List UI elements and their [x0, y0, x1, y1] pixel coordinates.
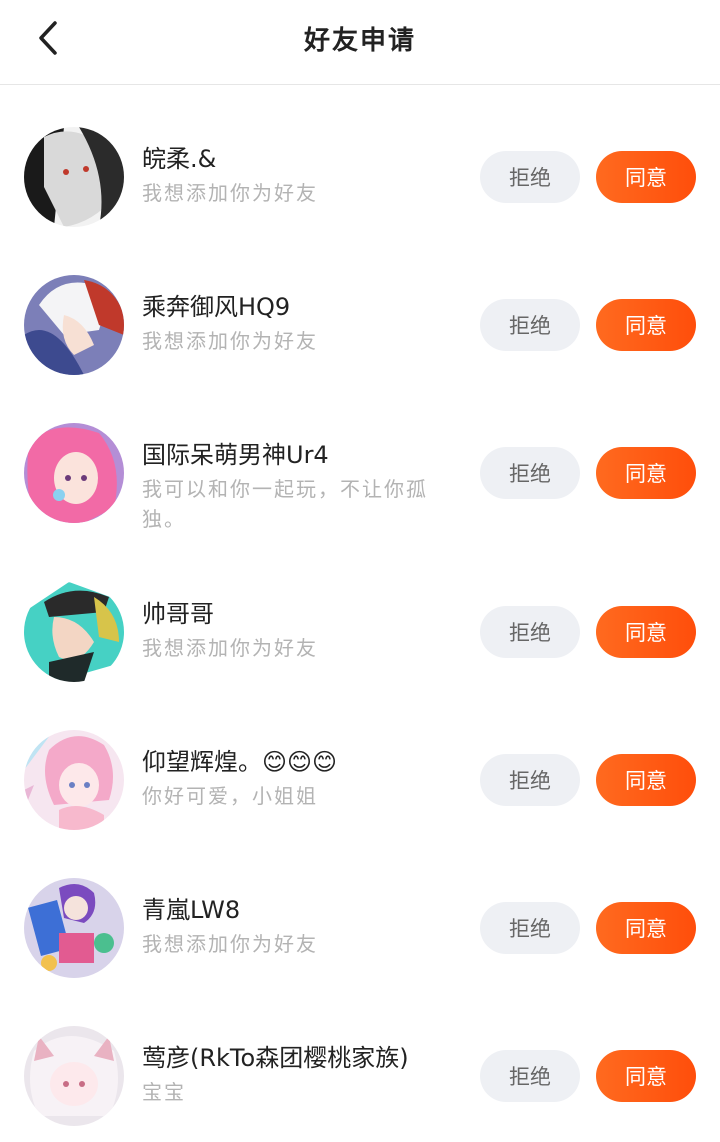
friend-request-item: 青嵐LW8 我想添加你为好友 拒绝 同意: [0, 836, 720, 984]
request-message: 你好可爱，小姐姐: [142, 784, 318, 808]
request-name: 帅哥哥: [142, 600, 214, 628]
accept-button[interactable]: 同意: [596, 151, 696, 203]
accept-button[interactable]: 同意: [596, 606, 696, 658]
request-name: 皖柔.&: [142, 145, 217, 173]
request-message: 我想添加你为好友: [142, 181, 318, 205]
friend-request-item: 皖柔.& 我想添加你为好友 拒绝 同意: [0, 85, 720, 233]
avatar[interactable]: [24, 878, 124, 978]
accept-button[interactable]: 同意: [596, 447, 696, 499]
accept-button[interactable]: 同意: [596, 1050, 696, 1102]
friend-request-item: 帅哥哥 我想添加你为好友 拒绝 同意: [0, 540, 720, 688]
accept-button[interactable]: 同意: [596, 902, 696, 954]
request-name: 国际呆萌男神Ur4: [142, 441, 329, 469]
request-name: 乘奔御风HQ9: [142, 293, 291, 321]
friend-request-item: 乘奔御风HQ9 我想添加你为好友 拒绝 同意: [0, 233, 720, 381]
friend-request-item: 莺彦(RkTo森团樱桃家族) 宝宝 拒绝 同意: [0, 984, 720, 1132]
avatar[interactable]: [24, 1026, 124, 1126]
avatar[interactable]: [24, 730, 124, 830]
reject-button[interactable]: 拒绝: [480, 151, 580, 203]
request-name: 莺彦(RkTo森团樱桃家族): [142, 1044, 409, 1072]
request-message: 我想添加你为好友: [142, 932, 318, 956]
top-bar: 好友申请: [0, 0, 720, 85]
reject-button[interactable]: 拒绝: [480, 1050, 580, 1102]
reject-button[interactable]: 拒绝: [480, 447, 580, 499]
request-name: 仰望辉煌。😊😊😊: [142, 748, 338, 776]
reject-button[interactable]: 拒绝: [480, 606, 580, 658]
avatar[interactable]: [24, 127, 124, 227]
reject-button[interactable]: 拒绝: [480, 299, 580, 351]
avatar[interactable]: [24, 423, 124, 523]
reject-button[interactable]: 拒绝: [480, 902, 580, 954]
reject-button[interactable]: 拒绝: [480, 754, 580, 806]
request-message: 宝宝: [142, 1080, 186, 1104]
friend-request-item: 国际呆萌男神Ur4 我可以和你一起玩，不让你孤独。 拒绝 同意: [0, 381, 720, 531]
page-title: 好友申请: [303, 26, 416, 56]
avatar[interactable]: [24, 582, 124, 682]
accept-button[interactable]: 同意: [596, 754, 696, 806]
request-message: 我可以和你一起玩，不让你孤独。: [142, 477, 428, 531]
avatar[interactable]: [24, 275, 124, 375]
request-message: 我想添加你为好友: [142, 329, 318, 353]
friend-request-item: 仰望辉煌。😊😊😊 你好可爱，小姐姐 拒绝 同意: [0, 688, 720, 836]
request-name: 青嵐LW8: [142, 896, 241, 924]
accept-button[interactable]: 同意: [596, 299, 696, 351]
request-message: 我想添加你为好友: [142, 636, 318, 660]
